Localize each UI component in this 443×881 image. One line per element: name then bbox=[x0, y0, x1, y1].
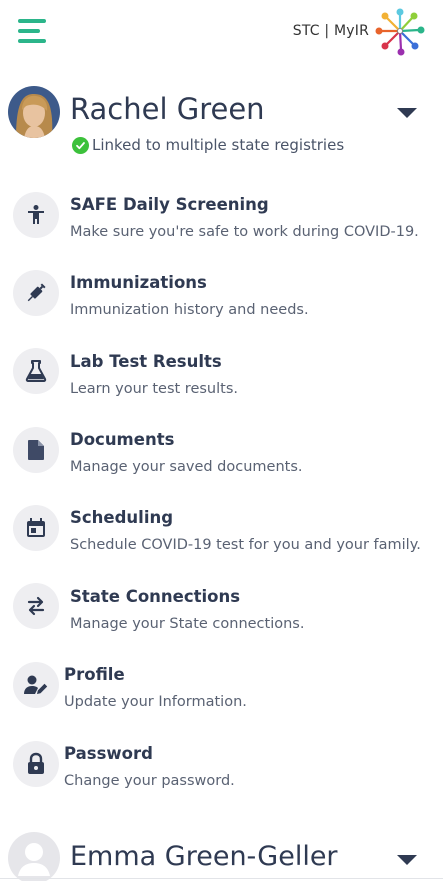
logo-network-icon bbox=[375, 8, 425, 56]
menu-item-password[interactable]: Password Change your password. bbox=[0, 739, 443, 809]
lock-icon bbox=[13, 741, 59, 787]
person-standing-icon bbox=[13, 192, 59, 238]
menu-item-title: Immunizations bbox=[70, 273, 207, 292]
menu-item-state-connections[interactable]: State Connections Manage your State conn… bbox=[0, 582, 443, 652]
default-avatar-icon[interactable] bbox=[8, 832, 60, 881]
menu-item-subtitle: Schedule COVID-19 test for you and your … bbox=[70, 537, 421, 553]
other-user-name: Emma Green-Geller bbox=[70, 841, 338, 872]
person-edit-icon bbox=[13, 662, 59, 708]
swap-arrows-icon bbox=[13, 583, 59, 629]
menu-item-title: Password bbox=[64, 744, 153, 763]
current-user-name: Rachel Green bbox=[70, 92, 265, 126]
linked-status: Linked to multiple state registries bbox=[72, 136, 344, 154]
menu-item-documents[interactable]: Documents Manage your saved documents. bbox=[0, 425, 443, 495]
avatar[interactable] bbox=[8, 86, 60, 138]
menu-item-title: Profile bbox=[64, 665, 125, 684]
menu-item-subtitle: Learn your test results. bbox=[70, 381, 238, 397]
menu-item-title: SAFE Daily Screening bbox=[70, 195, 269, 214]
menu-item-subtitle: Manage your saved documents. bbox=[70, 459, 303, 475]
document-icon bbox=[13, 427, 59, 473]
menu-item-safe-daily-screening[interactable]: SAFE Daily Screening Make sure you're sa… bbox=[0, 190, 443, 260]
menu-item-scheduling[interactable]: Scheduling Schedule COVID-19 test for yo… bbox=[0, 503, 443, 573]
syringe-icon bbox=[13, 270, 59, 316]
menu-item-subtitle: Manage your State connections. bbox=[70, 616, 305, 632]
top-bar: STC | MyIR bbox=[0, 0, 443, 64]
menu-item-subtitle: Immunization history and needs. bbox=[70, 302, 309, 318]
other-user-dropdown-icon[interactable] bbox=[397, 855, 417, 865]
menu-item-profile[interactable]: Profile Update your Information. bbox=[0, 660, 443, 730]
logo-text: STC | MyIR bbox=[292, 23, 369, 39]
menu-item-title: Documents bbox=[70, 430, 175, 449]
menu-item-title: State Connections bbox=[70, 587, 241, 606]
hamburger-menu-icon[interactable] bbox=[18, 19, 46, 43]
bottom-divider bbox=[0, 878, 443, 879]
menu-item-title: Lab Test Results bbox=[70, 352, 222, 371]
menu-item-subtitle: Update your Information. bbox=[64, 694, 247, 710]
calendar-icon bbox=[13, 505, 59, 551]
linked-status-text: Linked to multiple state registries bbox=[92, 136, 345, 154]
flask-icon bbox=[13, 348, 59, 394]
menu-item-lab-test-results[interactable]: Lab Test Results Learn your test results… bbox=[0, 347, 443, 417]
menu-item-title: Scheduling bbox=[70, 508, 174, 527]
app-logo: STC | MyIR bbox=[293, 6, 427, 56]
menu-item-subtitle: Make sure you're safe to work during COV… bbox=[70, 224, 419, 240]
menu-item-subtitle: Change your password. bbox=[64, 773, 235, 789]
current-user-dropdown-icon[interactable] bbox=[397, 108, 417, 118]
menu-item-immunizations[interactable]: Immunizations Immunization history and n… bbox=[0, 268, 443, 338]
check-circle-icon bbox=[72, 136, 89, 154]
